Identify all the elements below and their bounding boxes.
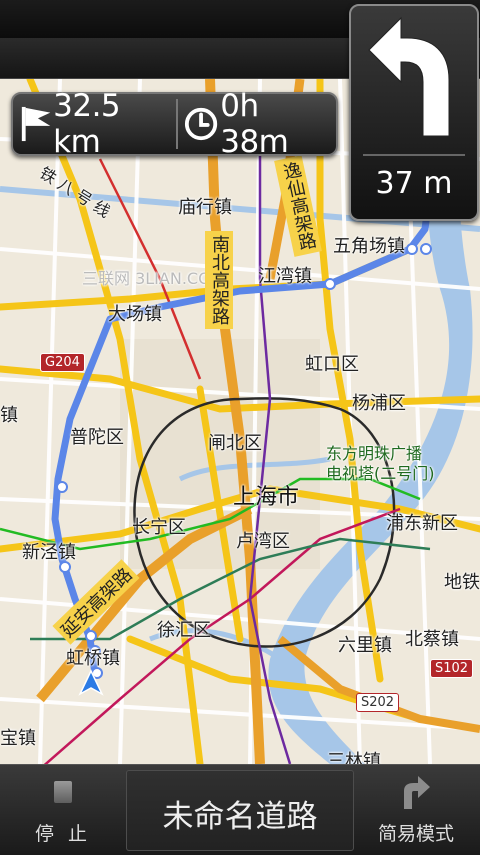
time-value: 0h 38m [220,88,289,160]
map-label-pudong: 浦东新区 [386,513,458,534]
time-remaining: 0h 38m [178,88,336,160]
map-label-sanlin: 三林镇 [327,751,381,764]
distance-value: 32.5 km [53,88,121,160]
turn-distance: 37 m [375,166,453,201]
map-label-xinjing: 新泾镇 [22,542,76,563]
map-label-bao: 宝镇 [0,728,36,749]
map-label-hongkou: 虹口区 [305,354,359,375]
flag-icon [21,106,51,142]
current-road-name: 未命名道路 [162,799,318,835]
trip-info-panel: 32.5 km 0h 38m [11,88,338,160]
bottom-bar: 停 止 未命名道路 简易模式 [0,764,480,855]
distance-remaining: 32.5 km [13,88,176,160]
turn-right-arrow-icon [404,776,430,809]
map-label-pearl-tower: 东方明珠广播 电视塔(二号门) [326,444,435,483]
stop-label: 停 止 [34,823,92,845]
simple-mode-label: 简易模式 [377,823,454,845]
map-label-metro2: 地铁2 [444,572,480,593]
map-label-dachang: 大场镇 [108,304,162,325]
road-shield-s202: S202 [356,693,400,712]
road-shield-s102: S102 [430,659,474,678]
road-shield-g204: G204 [40,353,85,372]
map-label-putuo: 普陀区 [70,427,124,448]
clock-icon [185,107,218,141]
map-label-zhen-left: 镇 [0,405,18,426]
map-label-beicai: 北蔡镇 [405,629,459,650]
map-label-changning: 长宁区 [132,517,186,538]
stop-icon [54,781,72,803]
map-watermark: 三联网 3LIAN.COM [82,269,225,288]
turn-panel-divider [363,154,465,156]
map-label-zhabei: 闸北区 [208,433,262,454]
simple-mode-button[interactable]: 简易模式 [352,765,480,855]
map-label-hongqiao: 虹桥镇 [66,648,120,669]
stop-button[interactable]: 停 止 [0,765,126,855]
map-label-luwan: 卢湾区 [236,531,290,552]
next-turn-panel[interactable]: 37 m [349,4,479,221]
current-road-box: 未命名道路 [126,770,354,851]
turn-left-arrow-icon [368,16,450,137]
map-label-huaxing: 庙行镇 [178,197,232,218]
map-label-north-south-elevated: 南北高架路 [205,231,233,329]
map-label-jiangwan: 江湾镇 [258,266,312,287]
map-label-liuli: 六里镇 [338,635,392,656]
map-label-yangpu: 杨浦区 [352,393,406,414]
map-label-xuhui: 徐汇区 [157,620,211,641]
map-label-wujiaochang: 五角场镇 [333,236,405,257]
map-label-shanghai: 上海市 [233,485,300,510]
